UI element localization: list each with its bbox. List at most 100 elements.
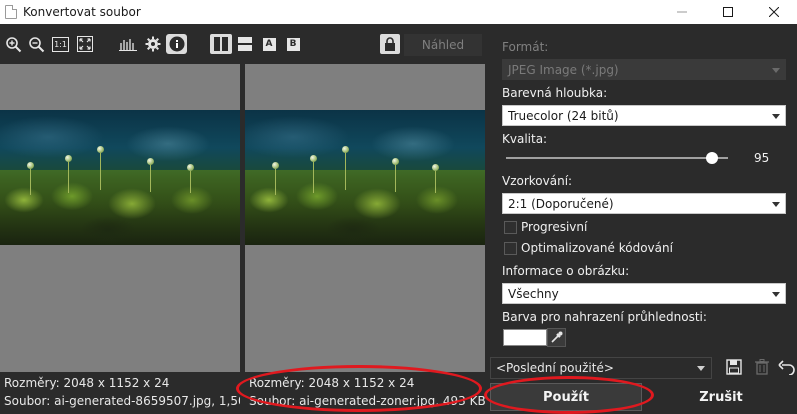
lock-icon bbox=[385, 37, 395, 51]
water-drop bbox=[310, 155, 317, 162]
original-dimensions: Rozměry: 2048 x 1152 x 24 bbox=[4, 376, 170, 390]
sampling-label: Vzorkování: bbox=[502, 174, 573, 188]
histogram-button[interactable] bbox=[119, 34, 137, 54]
color-depth-select[interactable]: Truecolor (24 bitů) bbox=[502, 105, 786, 126]
preview-button[interactable]: Náhled bbox=[404, 34, 482, 56]
progressive-checkbox[interactable] bbox=[504, 221, 517, 234]
format-select[interactable]: JPEG Image (*.jpg) bbox=[502, 59, 786, 80]
sampling-select[interactable]: 2:1 (Doporučené) bbox=[502, 193, 786, 214]
eyedropper-icon bbox=[551, 331, 563, 343]
quality-slider-fill bbox=[506, 157, 713, 159]
maximize-icon bbox=[723, 7, 733, 17]
original-preview-pane[interactable] bbox=[0, 64, 240, 372]
moss-texture bbox=[0, 170, 240, 245]
image-info-value: Všechny bbox=[508, 286, 559, 301]
stem bbox=[435, 168, 436, 193]
preset-value: <Poslední použité> bbox=[496, 361, 614, 375]
water-drop bbox=[97, 146, 104, 153]
image-info-label: Informace o obrázku: bbox=[502, 264, 630, 278]
window-title: Konvertovat soubor bbox=[23, 5, 141, 19]
quality-slider[interactable] bbox=[506, 152, 728, 164]
title-bar: Konvertovat soubor bbox=[0, 0, 797, 24]
optimized-coding-label: Optimalizované kódování bbox=[521, 241, 673, 255]
water-drop bbox=[65, 155, 72, 162]
water-drop bbox=[27, 162, 34, 169]
view-a-icon: A bbox=[262, 37, 276, 51]
undo-icon bbox=[778, 360, 795, 375]
chevron-down-icon bbox=[772, 202, 780, 207]
settings-button[interactable] bbox=[144, 34, 162, 54]
water-drop bbox=[392, 158, 399, 165]
split-vertical-icon bbox=[214, 37, 228, 51]
histogram-icon bbox=[119, 39, 137, 51]
optimized-coding-checkbox[interactable] bbox=[504, 242, 517, 255]
stem bbox=[68, 158, 69, 193]
stem bbox=[30, 165, 31, 195]
view-a-button[interactable]: A bbox=[262, 34, 276, 54]
converted-preview-pane[interactable] bbox=[245, 64, 485, 372]
view-b-button[interactable]: B bbox=[286, 34, 300, 54]
chevron-down-icon bbox=[697, 366, 705, 371]
original-file-info: Soubor: ai-generated-8659507.jpg, 1,50 M… bbox=[4, 394, 240, 408]
view-b-icon: B bbox=[286, 37, 300, 51]
water-drop bbox=[272, 162, 279, 169]
color-depth-value: Truecolor (24 bitů) bbox=[508, 108, 619, 123]
color-depth-label: Barevná hloubka: bbox=[502, 86, 608, 100]
water-drop bbox=[187, 164, 194, 171]
view-b-label: B bbox=[289, 39, 297, 49]
split-vertical-button[interactable] bbox=[210, 34, 232, 54]
apply-button[interactable]: Použít bbox=[490, 383, 642, 411]
actual-size-label: 1:1 bbox=[54, 39, 67, 49]
zoom-out-button[interactable] bbox=[27, 34, 45, 54]
save-icon bbox=[726, 359, 742, 375]
eyedropper-button[interactable] bbox=[547, 328, 566, 347]
close-icon bbox=[769, 7, 779, 17]
split-horizontal-icon bbox=[238, 37, 252, 51]
delete-preset-button[interactable] bbox=[752, 357, 772, 377]
transparency-color-swatch[interactable] bbox=[503, 329, 547, 346]
format-value: JPEG Image (*.jpg) bbox=[508, 62, 619, 77]
converted-image bbox=[245, 110, 485, 245]
settings-icon bbox=[145, 36, 161, 52]
water-drop bbox=[342, 146, 349, 153]
stem bbox=[100, 150, 101, 190]
toolbar: 1:1 A B Náhled bbox=[0, 24, 490, 64]
zoom-in-button[interactable] bbox=[4, 34, 22, 54]
stem bbox=[395, 162, 396, 192]
chevron-down-icon bbox=[772, 68, 780, 73]
quality-value: 95 bbox=[754, 151, 770, 165]
preset-select[interactable]: <Poslední použité> bbox=[490, 357, 712, 379]
quality-slider-thumb[interactable] bbox=[706, 152, 719, 164]
view-a-label: A bbox=[265, 39, 273, 49]
stem bbox=[345, 150, 346, 190]
window-controls bbox=[659, 0, 797, 24]
cancel-button[interactable]: Zrušit bbox=[645, 383, 797, 411]
converted-file-info: Soubor: ai-generated-zoner.jpg, 493 KB (… bbox=[249, 394, 485, 408]
lock-button[interactable] bbox=[380, 34, 400, 54]
converted-dimensions: Rozměry: 2048 x 1152 x 24 bbox=[249, 376, 415, 390]
stem bbox=[150, 162, 151, 192]
zoom-out-icon bbox=[28, 36, 44, 52]
maximize-button[interactable] bbox=[705, 0, 751, 24]
stem bbox=[190, 168, 191, 193]
chevron-down-icon bbox=[772, 292, 780, 297]
document-icon bbox=[5, 5, 17, 19]
stem bbox=[313, 158, 314, 193]
undo-button[interactable] bbox=[777, 357, 797, 377]
info-button[interactable] bbox=[166, 34, 187, 54]
chevron-down-icon bbox=[772, 114, 780, 119]
actual-size-button[interactable]: 1:1 bbox=[52, 34, 69, 54]
fit-to-window-button[interactable] bbox=[76, 34, 93, 54]
close-button[interactable] bbox=[751, 0, 797, 24]
stem bbox=[275, 165, 276, 195]
info-icon bbox=[169, 36, 184, 52]
water-drop bbox=[147, 158, 154, 165]
water-drop bbox=[432, 164, 439, 171]
quality-label: Kvalita: bbox=[502, 132, 548, 146]
minimize-button[interactable] bbox=[659, 0, 705, 24]
moss-texture bbox=[245, 170, 485, 245]
image-info-select[interactable]: Všechny bbox=[502, 283, 786, 304]
sampling-value: 2:1 (Doporučené) bbox=[508, 196, 614, 211]
split-horizontal-button[interactable] bbox=[236, 34, 254, 54]
save-preset-button[interactable] bbox=[724, 357, 744, 377]
